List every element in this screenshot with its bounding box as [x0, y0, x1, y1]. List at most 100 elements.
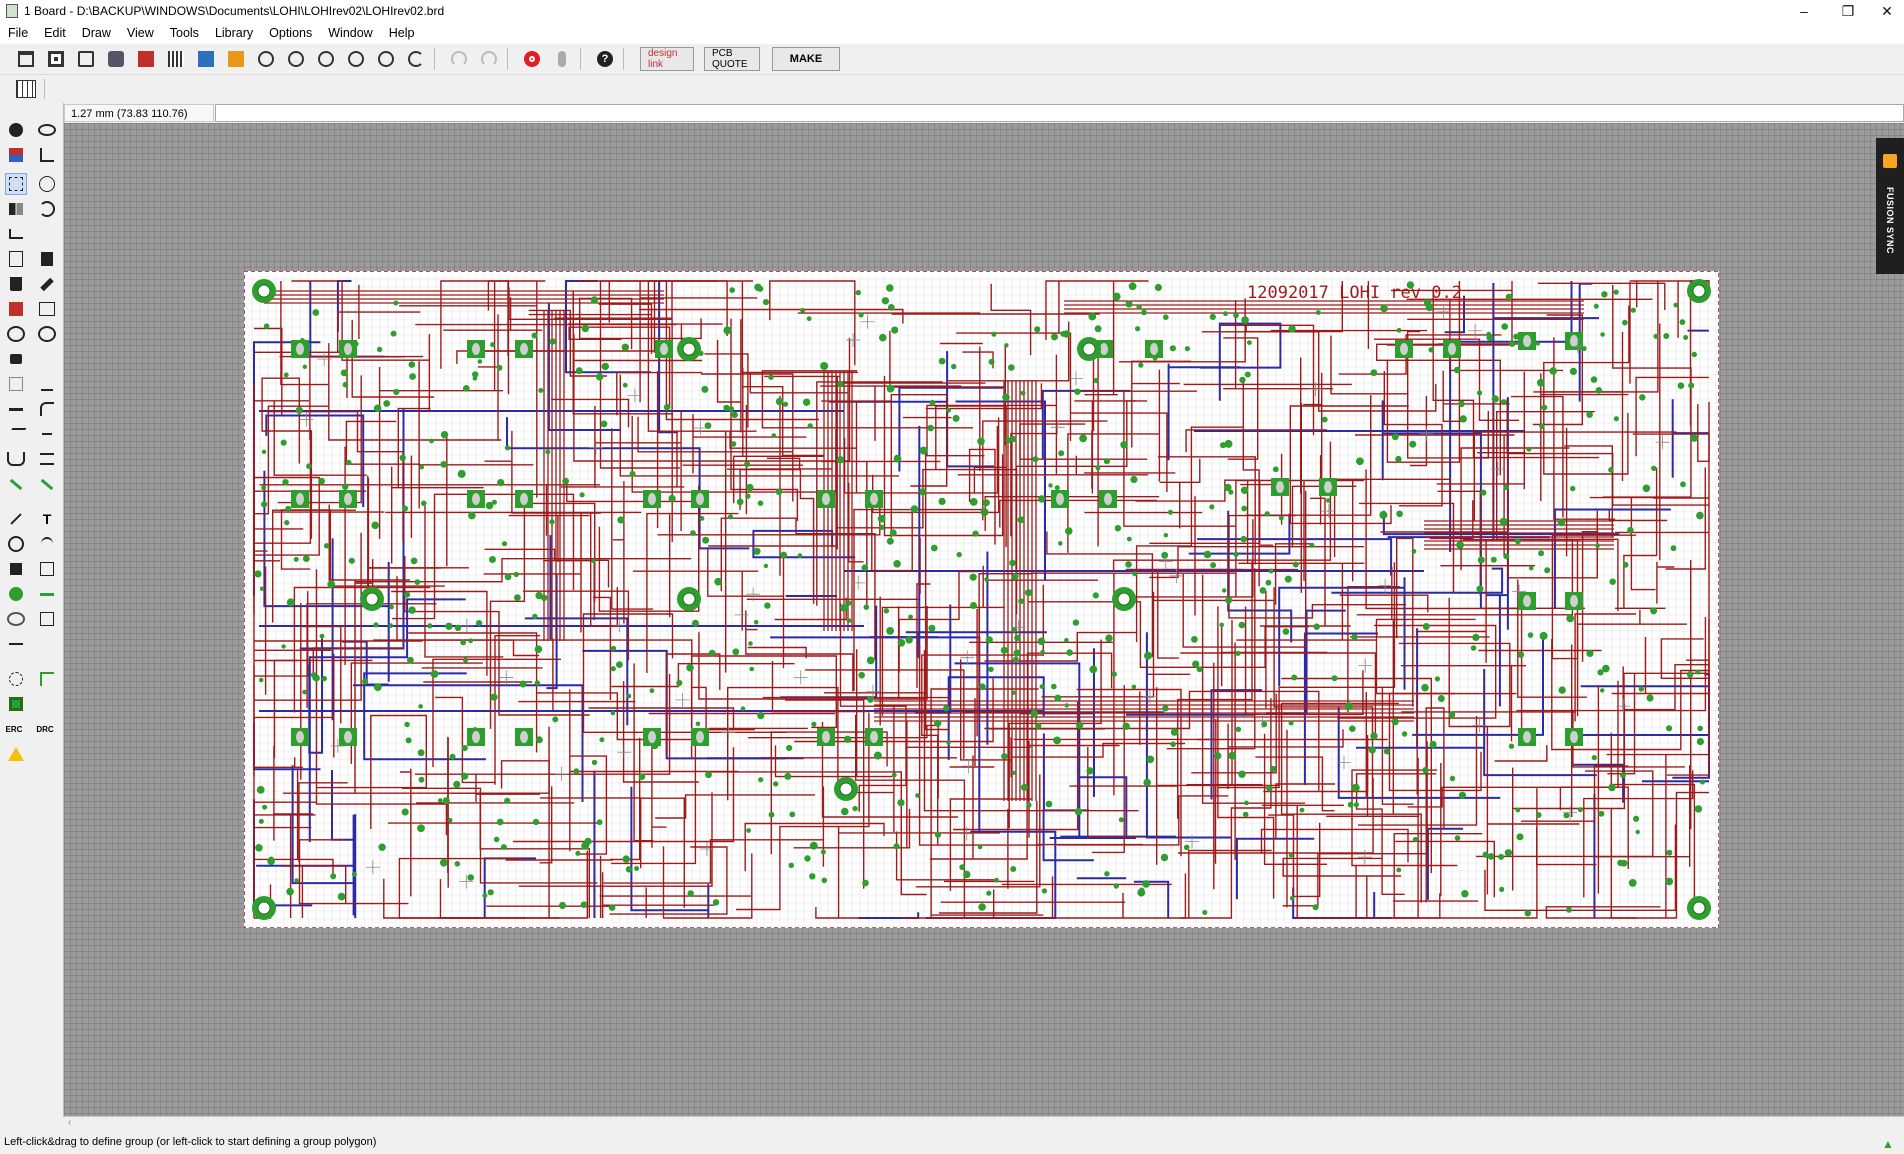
board-icon[interactable]	[7, 695, 25, 713]
rotate-icon[interactable]	[38, 200, 56, 218]
menu-options[interactable]: Options	[261, 26, 320, 40]
circle-icon[interactable]	[7, 535, 25, 553]
go-button[interactable]	[550, 47, 574, 71]
zoom-select-button[interactable]	[344, 47, 368, 71]
zoom-out-button[interactable]	[314, 47, 338, 71]
route-diff-icon[interactable]	[38, 450, 56, 468]
main-toolbar: ? design link PCB QUOTE MAKE	[0, 44, 1904, 74]
change-icon[interactable]	[38, 275, 56, 293]
redraw-button[interactable]	[404, 47, 428, 71]
menu-help[interactable]: Help	[381, 26, 423, 40]
restore-icon[interactable]: ❐	[1826, 0, 1870, 22]
mirror-icon[interactable]	[7, 200, 25, 218]
warning-icon[interactable]	[7, 745, 25, 763]
print-button[interactable]	[74, 47, 98, 71]
zoom-fit-button[interactable]	[254, 47, 278, 71]
cam-button[interactable]	[104, 47, 128, 71]
zoom-in-button[interactable]	[284, 47, 308, 71]
rectangle-icon[interactable]	[7, 560, 25, 578]
status-bar: Left-click&drag to define group (or left…	[0, 1132, 1904, 1152]
text-icon[interactable]: T	[38, 510, 56, 528]
layer-display-icon[interactable]	[7, 146, 25, 164]
arc-icon[interactable]	[38, 535, 56, 553]
ulp-run-button[interactable]	[224, 47, 248, 71]
swap-icon[interactable]	[7, 325, 25, 343]
close-icon[interactable]: ✕	[1870, 0, 1904, 22]
undo-button[interactable]	[447, 47, 471, 71]
pcb-quote-button[interactable]: PCB QUOTE	[704, 47, 760, 71]
board-label: 12092017 LOHI rev 0.2	[1247, 283, 1462, 303]
zoom-select-icon	[348, 51, 364, 67]
show-icon[interactable]	[38, 121, 56, 139]
menu-library[interactable]: Library	[207, 26, 261, 40]
menu-tools[interactable]: Tools	[162, 26, 207, 40]
script-run-button[interactable]	[194, 47, 218, 71]
fusion-sync-label: FUSION SYNC	[1885, 187, 1895, 255]
save-icon	[48, 51, 64, 67]
split-icon[interactable]	[7, 400, 25, 418]
zoom-last-button[interactable]	[374, 47, 398, 71]
menu-draw[interactable]: Draw	[74, 26, 119, 40]
erc-button[interactable]: ERC	[5, 720, 23, 738]
script-run-icon	[198, 51, 214, 67]
mark-icon[interactable]	[38, 146, 56, 164]
hole-icon[interactable]	[7, 610, 25, 628]
scroll-left-icon[interactable]: ‹	[68, 1117, 71, 1128]
save-button[interactable]	[44, 47, 68, 71]
menu-edit[interactable]: Edit	[36, 26, 74, 40]
dimension-icon[interactable]	[7, 635, 25, 653]
undo-icon	[451, 51, 467, 67]
move-icon[interactable]	[38, 175, 56, 193]
design-link-button[interactable]: design link	[640, 47, 694, 71]
autorouter-icon[interactable]	[38, 670, 56, 688]
paste-icon[interactable]	[38, 250, 56, 268]
redo-button[interactable]	[477, 47, 501, 71]
stop-button[interactable]	[520, 47, 544, 71]
line-icon[interactable]	[7, 510, 25, 528]
route-icon[interactable]	[7, 475, 25, 493]
grid-icon[interactable]	[16, 80, 36, 98]
attribute-icon[interactable]	[38, 610, 56, 628]
go-icon	[558, 51, 566, 67]
slice-icon[interactable]	[38, 425, 56, 443]
menu-view[interactable]: View	[119, 26, 162, 40]
menu-file[interactable]: File	[0, 26, 36, 40]
pcb-board[interactable]: 12092017 LOHI rev 0.2	[244, 271, 1719, 928]
ratsnest-icon[interactable]	[7, 670, 25, 688]
miter-icon[interactable]	[38, 400, 56, 418]
scr-icon	[138, 51, 154, 67]
command-line-input[interactable]	[215, 104, 1904, 122]
help-icon: ?	[597, 51, 613, 67]
polygon-icon[interactable]	[38, 560, 56, 578]
add-icon[interactable]	[7, 300, 25, 318]
value-icon[interactable]	[38, 375, 56, 393]
pinswap-icon[interactable]	[38, 325, 56, 343]
drc-button[interactable]: DRC	[36, 720, 54, 738]
smash-icon[interactable]	[7, 375, 25, 393]
via-icon[interactable]	[7, 585, 25, 603]
minimize-icon[interactable]: –	[1782, 0, 1826, 22]
help-button[interactable]: ?	[593, 47, 617, 71]
script-button[interactable]	[134, 47, 158, 71]
delete-icon[interactable]	[7, 275, 25, 293]
copy-icon[interactable]	[7, 250, 25, 268]
horizontal-scrollbar[interactable]: ‹	[64, 1116, 1904, 1132]
info-icon[interactable]	[7, 121, 25, 139]
optimize-icon[interactable]	[5, 425, 27, 443]
align-icon[interactable]	[7, 225, 25, 243]
meander-icon[interactable]	[7, 450, 25, 468]
menu-window[interactable]: Window	[320, 26, 380, 40]
ulp-button[interactable]	[164, 47, 188, 71]
open-button[interactable]	[14, 47, 38, 71]
fusion-sync-panel[interactable]: FUSION SYNC	[1876, 138, 1904, 274]
group-tool-icon[interactable]	[5, 173, 27, 195]
replace-icon[interactable]	[38, 300, 56, 318]
make-button[interactable]: MAKE	[772, 47, 840, 71]
coordinate-bar: 1.27 mm (73.83 110.76)	[64, 103, 1904, 123]
ripup-icon[interactable]	[38, 475, 56, 493]
cam-icon	[108, 51, 124, 67]
signal-icon[interactable]	[38, 585, 56, 603]
status-text: Left-click&drag to define group (or left…	[4, 1136, 377, 1148]
lock-icon[interactable]	[7, 350, 25, 368]
board-canvas[interactable]: 12092017 LOHI rev 0.2 FUSION SYNC	[64, 123, 1904, 1116]
